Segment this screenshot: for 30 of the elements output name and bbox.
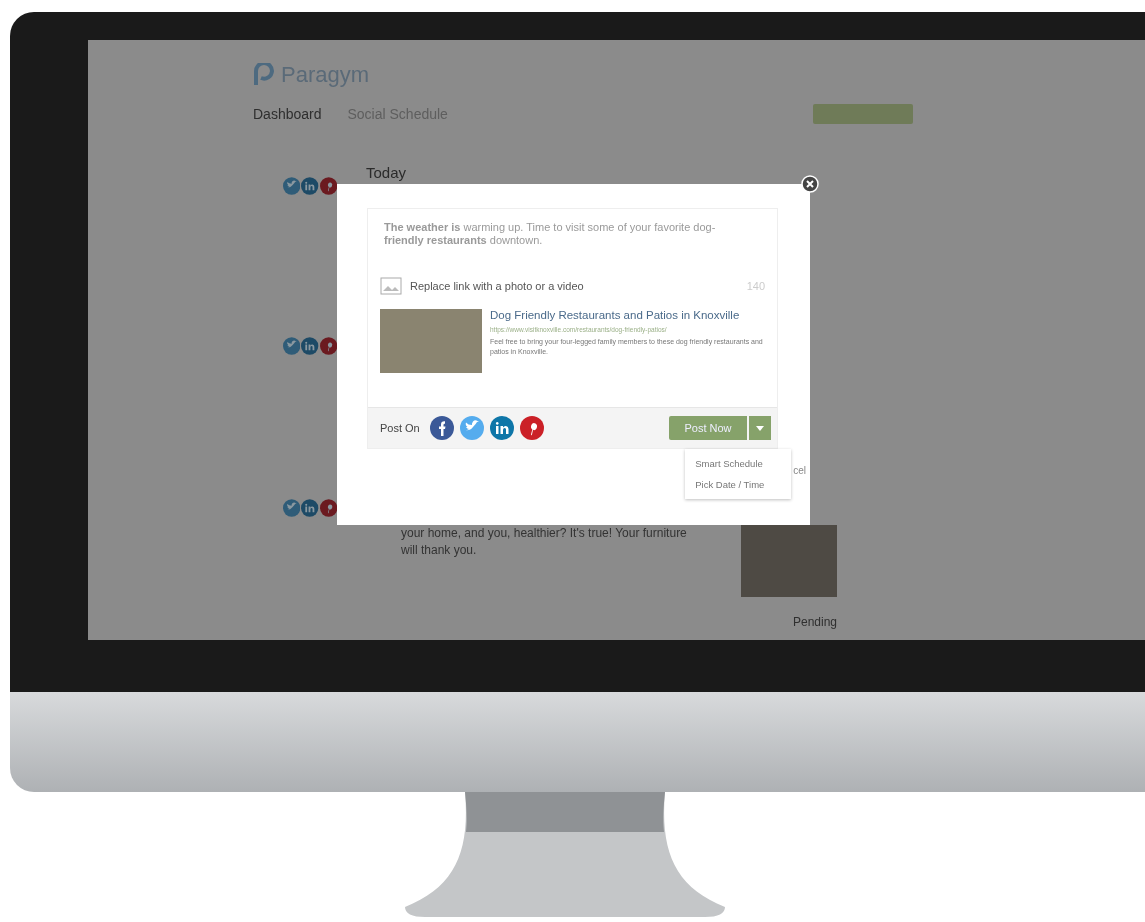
media-link[interactable]: Replace link with a photo or a video — [410, 280, 584, 292]
nav-tab[interactable]: Dashboard — [253, 106, 322, 122]
facebook-icon[interactable] — [429, 416, 454, 440]
logo-icon — [253, 63, 275, 87]
caret-icon — [756, 425, 764, 431]
menu-item[interactable]: Smart Schedule — [685, 453, 792, 474]
close-icon[interactable] — [801, 175, 819, 193]
linkedin-icon[interactable] — [301, 337, 319, 355]
post-on-label: Post On — [380, 422, 420, 434]
cancel-link[interactable]: cel — [793, 465, 806, 476]
image-icon — [380, 277, 402, 295]
menu-item[interactable]: Pick Date / Time — [685, 474, 792, 495]
pinterest-icon[interactable] — [319, 499, 337, 517]
link-title[interactable]: Dog Friendly Restaurants and Patios in Knoxville — [490, 309, 765, 321]
post-text: your home, and you, healthier? It's true! Your furniture will thank you. — [401, 525, 688, 559]
post-now-button[interactable]: Post Now — [669, 416, 747, 440]
pinterest-icon[interactable] — [319, 177, 337, 195]
linkedin-icon[interactable] — [489, 416, 514, 440]
twitter-icon[interactable] — [283, 177, 301, 195]
twitter-icon[interactable] — [283, 337, 301, 355]
post-message[interactable]: The weather is warming up. Time to visit some of your favorite dog-friendly restaurants downtown. — [368, 209, 777, 271]
pinterest-icon[interactable] — [519, 416, 544, 440]
day-heading: Today — [366, 164, 408, 181]
twitter-icon[interactable] — [459, 416, 484, 440]
linkedin-icon[interactable] — [301, 499, 319, 517]
post-status: Pending — [792, 615, 837, 629]
dropdown-button[interactable] — [749, 416, 771, 440]
linkedin-icon[interactable] — [301, 177, 319, 195]
twitter-icon[interactable] — [283, 499, 301, 517]
pinterest-icon[interactable] — [319, 337, 337, 355]
